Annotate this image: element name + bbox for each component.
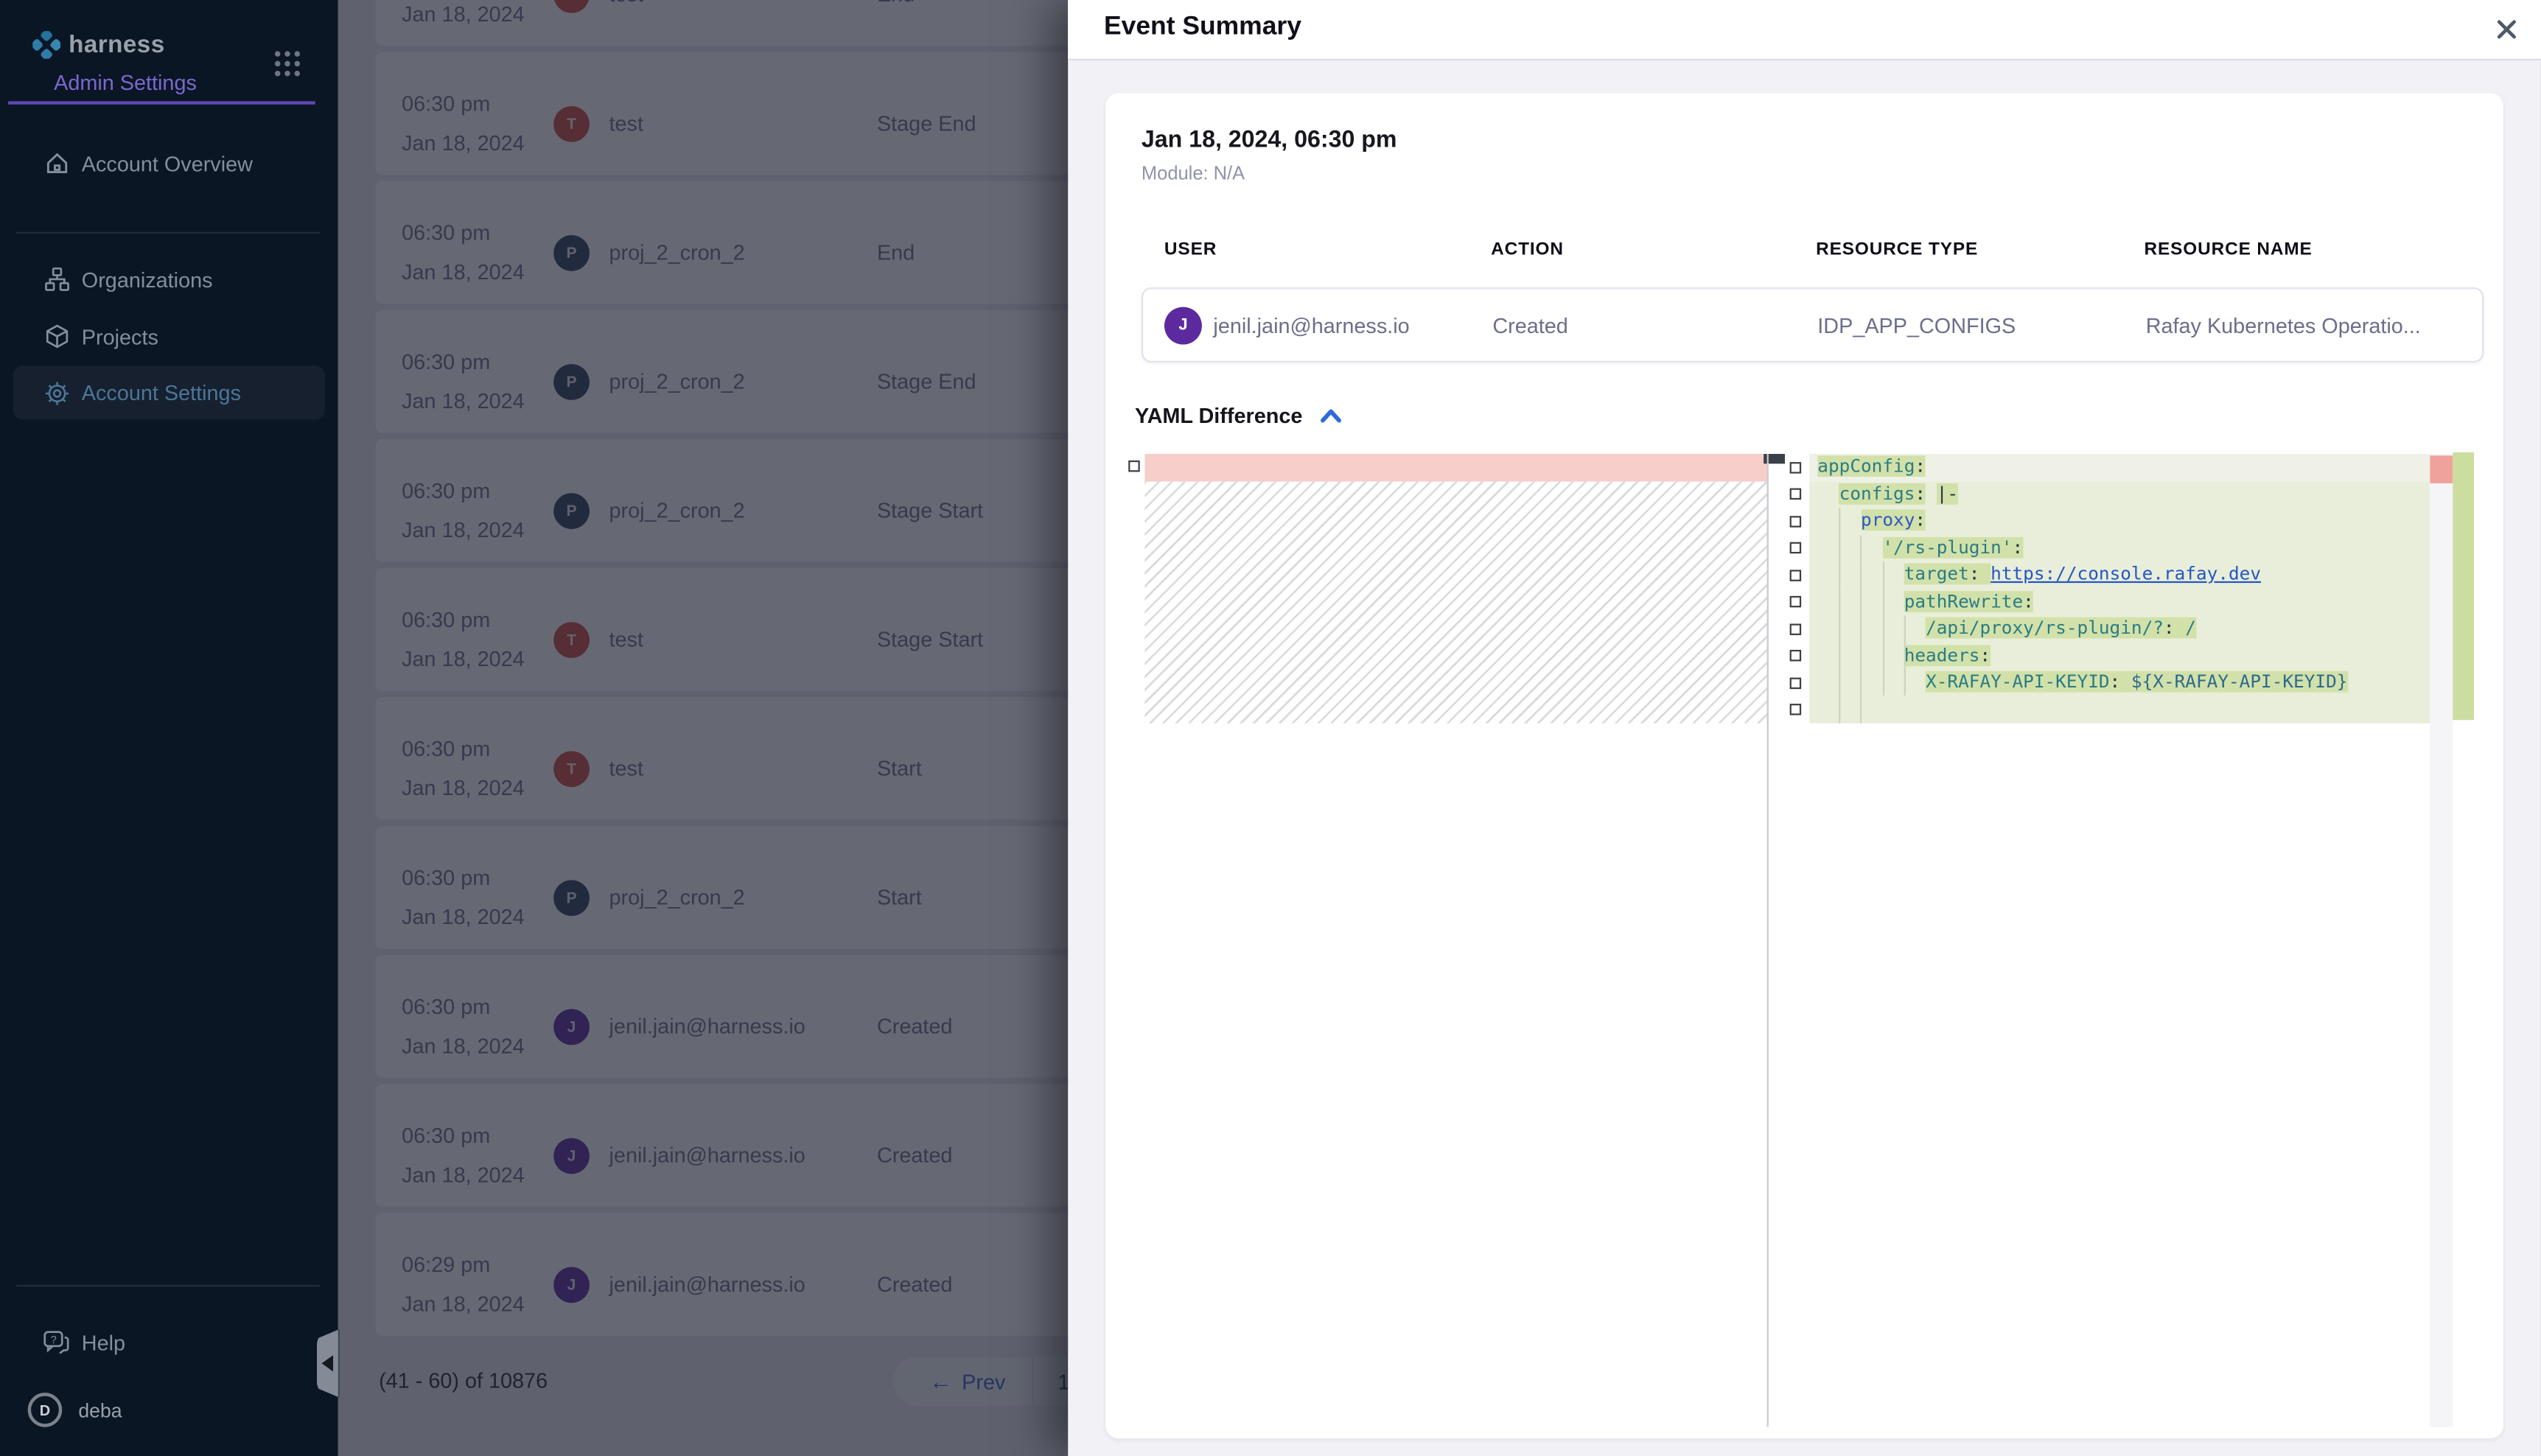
audit-event-list-area: 06:30 pm Jan 18, 2024 T test End 06:30 p… xyxy=(338,0,1069,1456)
harness-logo-icon xyxy=(32,31,60,59)
user-name: deba xyxy=(78,1399,122,1421)
diff-fold-marker[interactable] xyxy=(1790,596,1802,608)
cell-resource-type: IDP_APP_CONFIGS xyxy=(1817,313,2016,337)
event-detail-row: J jenil.jain@harness.io Created IDP_APP_… xyxy=(1142,287,2484,363)
sidebar-item-label: Projects xyxy=(82,324,158,349)
avatar: J xyxy=(1164,307,1202,345)
chevron-up-icon xyxy=(1319,406,1342,426)
diff-fold-marker[interactable] xyxy=(1790,461,1802,473)
event-datetime: Jan 18, 2024, 06:30 pm xyxy=(1142,127,1397,153)
sidebar-item-account-settings[interactable]: Account Settings xyxy=(0,365,338,419)
diff-removed-line xyxy=(1144,454,1766,481)
help-chat-icon: ? xyxy=(43,1329,69,1355)
sidebar-divider xyxy=(16,232,320,234)
yaml-difference-toggle[interactable]: YAML Difference xyxy=(1135,403,1342,427)
column-header-action: ACTION xyxy=(1491,240,1564,260)
event-summary-drawer: Event Summary Jan 18, 2024, 06:30 pm Mod… xyxy=(1068,0,2541,1456)
modal-backdrop[interactable] xyxy=(338,0,1069,1456)
diff-fold-marker[interactable] xyxy=(1790,542,1802,554)
event-summary-card: Jan 18, 2024, 06:30 pm Module: N/A USER … xyxy=(1105,93,2503,1438)
close-icon[interactable] xyxy=(2492,15,2521,44)
workspace-label: Admin Settings xyxy=(54,70,197,94)
brand-name: harness xyxy=(69,31,165,59)
brand[interactable]: harness xyxy=(32,31,164,59)
app-grid-icon[interactable] xyxy=(273,49,302,78)
sidebar-divider xyxy=(16,1285,320,1287)
sidebar-item-label: Account Settings xyxy=(82,380,241,405)
diff-fold-marker[interactable] xyxy=(1790,704,1802,715)
hierarchy-icon xyxy=(44,266,70,292)
svg-text:?: ? xyxy=(51,1334,57,1346)
sidebar: harness Admin Settings Account Overview xyxy=(0,0,338,1456)
scrollbar-removed-marker xyxy=(2430,455,2452,483)
event-module: Module: N/A xyxy=(1142,165,1245,185)
diff-right-gutter xyxy=(1790,454,1802,731)
indent-guide xyxy=(1839,508,1840,723)
diff-fold-marker[interactable] xyxy=(1790,623,1802,634)
diff-fold-marker[interactable] xyxy=(1790,676,1802,688)
diff-fold-marker[interactable] xyxy=(1790,515,1802,527)
sidebar-collapse-button[interactable] xyxy=(317,1329,340,1398)
indent-guide xyxy=(1904,615,1905,696)
yaml-added-code: appConfig: configs: |- proxy: '/rs-plugi… xyxy=(1809,454,2430,724)
drawer-header: Event Summary xyxy=(1068,0,2541,60)
column-header-user: USER xyxy=(1164,240,1217,260)
cell-action: Created xyxy=(1492,313,1567,337)
avatar: D xyxy=(28,1393,63,1427)
app-window: harness Admin Settings Account Overview xyxy=(0,0,2541,1456)
sidebar-item-organizations[interactable]: Organizations xyxy=(0,251,338,307)
diff-added-minimap-bar xyxy=(2452,452,2474,720)
sidebar-item-projects[interactable]: Projects xyxy=(0,309,338,364)
cell-user: jenil.jain@harness.io xyxy=(1213,313,1409,337)
sidebar-item-help[interactable]: ? Help xyxy=(0,1315,338,1370)
sidebar-item-label: Account Overview xyxy=(82,151,253,175)
indent-guide xyxy=(1882,561,1884,696)
diff-fold-marker[interactable] xyxy=(1128,461,1140,472)
diff-empty-placeholder xyxy=(1144,481,1766,724)
sidebar-item-account-overview[interactable]: Account Overview xyxy=(0,136,338,191)
diff-pane-divider xyxy=(1767,454,1769,1427)
yaml-difference-label: YAML Difference xyxy=(1135,403,1302,427)
column-header-resource-name: RESOURCE NAME xyxy=(2144,240,2312,260)
page-title: Event Summary xyxy=(1104,13,1301,43)
sidebar-item-label: Organizations xyxy=(82,267,213,291)
diff-scrollbar[interactable] xyxy=(2430,454,2452,1427)
gear-icon xyxy=(44,379,70,405)
collapse-left-icon xyxy=(321,1355,332,1371)
diff-fold-marker[interactable] xyxy=(1790,569,1802,581)
cell-resource-name: Rafay Kubernetes Operatio... xyxy=(2146,313,2421,337)
diff-fold-marker[interactable] xyxy=(1790,650,1802,662)
indent-guide xyxy=(1860,535,1862,724)
sidebar-item-label: Help xyxy=(82,1330,125,1354)
home-icon xyxy=(44,150,70,176)
column-header-resource-type: RESOURCE TYPE xyxy=(1816,240,1978,260)
user-menu[interactable]: D deba xyxy=(28,1393,122,1427)
diff-fold-marker[interactable] xyxy=(1790,489,1802,500)
cube-icon xyxy=(44,323,70,349)
sidebar-accent-rule xyxy=(8,101,315,104)
